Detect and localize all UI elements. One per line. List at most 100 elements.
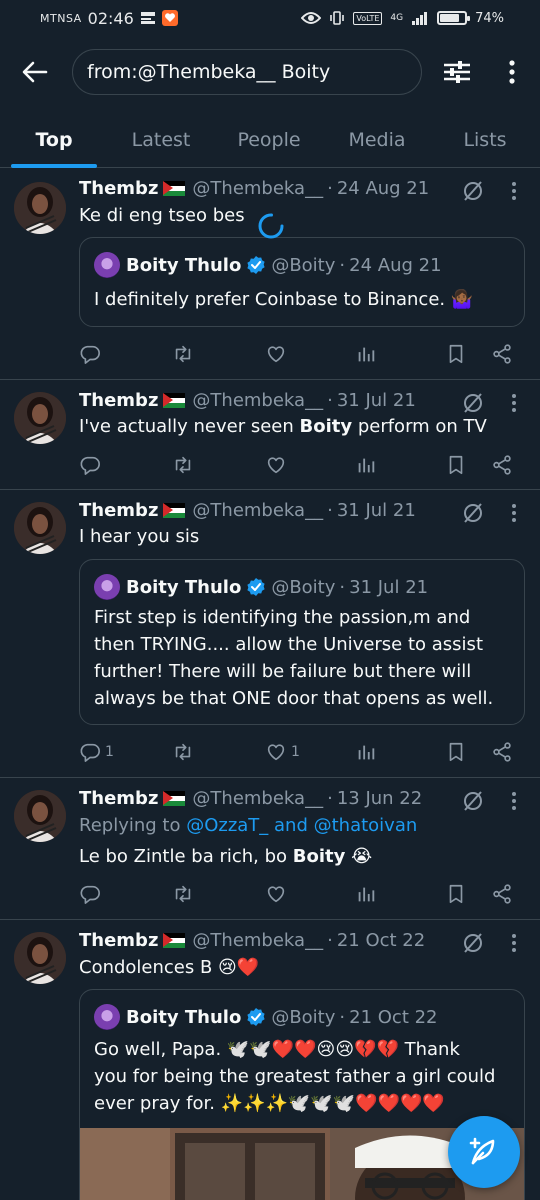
retweet-button[interactable] <box>172 339 194 369</box>
reply-button[interactable]: 1 <box>79 737 114 767</box>
author-handle[interactable]: @Thembeka__ <box>192 930 323 951</box>
quote-author-name: Boity Thulo <box>126 576 242 598</box>
share-button[interactable] <box>491 737 513 767</box>
reply-icon <box>79 454 101 476</box>
grok-icon[interactable] <box>462 392 484 414</box>
bookmark-button[interactable] <box>445 879 467 909</box>
tab-latest[interactable]: Latest <box>108 112 214 168</box>
tweet-date[interactable]: 13 Jun 22 <box>337 788 422 809</box>
quote-text: First step is identifying the passion,m … <box>94 607 494 709</box>
avatar[interactable] <box>14 392 66 444</box>
filter-sliders-icon[interactable] <box>442 58 472 86</box>
grok-icon[interactable] <box>462 932 484 954</box>
author-name[interactable]: Thembz <box>79 930 158 951</box>
quote-avatar <box>94 1004 120 1030</box>
tweet[interactable]: Thembz @Thembeka__ · 24 Aug 21 Ke di eng… <box>0 168 540 380</box>
back-arrow-icon[interactable] <box>20 57 50 87</box>
author-name[interactable]: Thembz <box>79 390 158 411</box>
tweet-header: Thembz @Thembeka__ · 31 Jul 21 <box>79 390 416 411</box>
bookmark-button[interactable] <box>445 450 467 480</box>
tweet-date[interactable]: 31 Jul 21 <box>337 500 416 521</box>
author-handle[interactable]: @Thembeka__ <box>192 788 323 809</box>
tweet-text: I hear you sis <box>79 526 200 547</box>
more-options-icon[interactable] <box>504 180 524 202</box>
highlight-keyword: Boity <box>292 846 346 867</box>
compose-post-button[interactable] <box>448 1116 520 1188</box>
views-button[interactable] <box>355 450 377 480</box>
author-handle[interactable]: @Thembeka__ <box>192 178 323 199</box>
tab-people[interactable]: People <box>214 112 324 168</box>
app-notification-icon <box>161 10 178 26</box>
tweet-date[interactable]: 31 Jul 21 <box>337 390 416 411</box>
verified-badge-icon <box>246 1007 266 1027</box>
reply-button[interactable] <box>79 879 101 909</box>
tweet[interactable]: Thembz @Thembeka__ · 13 Jun 22 Replying … <box>0 778 540 920</box>
grok-icon[interactable] <box>462 502 484 524</box>
tweet-date[interactable]: 24 Aug 21 <box>337 178 429 199</box>
quote-author-name: Boity Thulo <box>126 1006 242 1028</box>
separator-dot: · <box>327 788 333 809</box>
search-input[interactable] <box>87 61 407 83</box>
reply-button[interactable] <box>79 450 101 480</box>
reply-button[interactable] <box>79 339 101 369</box>
more-options-icon[interactable] <box>504 932 524 954</box>
avatar[interactable] <box>14 502 66 554</box>
views-button[interactable] <box>355 339 377 369</box>
retweet-icon <box>172 343 194 365</box>
palestine-flag-icon <box>163 791 186 806</box>
quoted-tweet[interactable]: Boity Thulo @Boity · 24 Aug 21 I definit… <box>79 237 525 327</box>
avatar[interactable] <box>14 932 66 984</box>
author-name[interactable]: Thembz <box>79 500 158 521</box>
quote-avatar <box>94 252 120 278</box>
share-button[interactable] <box>491 879 513 909</box>
separator-dot: · <box>339 576 346 598</box>
like-button[interactable] <box>265 450 287 480</box>
share-button[interactable] <box>491 450 513 480</box>
views-button[interactable] <box>355 737 377 767</box>
tweet[interactable]: Thembz @Thembeka__ · 31 Jul 21 I hear yo… <box>0 490 540 778</box>
quote-text: I definitely prefer Coinbase to Binance.… <box>94 289 474 310</box>
quote-author-handle: @Boity <box>271 576 336 598</box>
tab-lists[interactable]: Lists <box>430 112 540 168</box>
more-options-icon[interactable] <box>504 392 524 414</box>
tweet[interactable]: Thembz @Thembeka__ · 31 Jul 21 I've actu… <box>0 380 540 490</box>
text-segment: I've actually never seen <box>79 416 300 437</box>
more-vertical-icon[interactable] <box>500 58 524 86</box>
tweet-date[interactable]: 21 Oct 22 <box>337 930 425 951</box>
more-options-icon[interactable] <box>504 790 524 812</box>
author-handle[interactable]: @Thembeka__ <box>192 500 323 521</box>
tweet-text: Condolences B 😢❤️ <box>79 957 260 978</box>
heart-icon <box>265 454 287 476</box>
retweet-button[interactable] <box>172 450 194 480</box>
replying-to-users-link[interactable]: @OzzaT_ and @thatoivan <box>186 815 417 836</box>
author-handle[interactable]: @Thembeka__ <box>192 390 323 411</box>
search-box[interactable] <box>72 49 422 95</box>
tab-media[interactable]: Media <box>324 112 430 168</box>
like-button[interactable] <box>265 879 287 909</box>
retweet-icon <box>172 883 194 905</box>
grok-icon[interactable] <box>462 180 484 202</box>
tab-top[interactable]: Top <box>0 112 108 168</box>
bookmark-icon <box>445 343 467 365</box>
reply-icon <box>79 883 101 905</box>
like-button[interactable]: 1 <box>265 737 300 767</box>
bookmark-button[interactable] <box>445 339 467 369</box>
views-button[interactable] <box>355 879 377 909</box>
author-name[interactable]: Thembz <box>79 178 158 199</box>
author-name[interactable]: Thembz <box>79 788 158 809</box>
retweet-button[interactable] <box>172 737 194 767</box>
bookmark-button[interactable] <box>445 737 467 767</box>
grok-icon[interactable] <box>462 790 484 812</box>
like-button[interactable] <box>265 339 287 369</box>
separator-dot: · <box>339 254 346 276</box>
verified-badge-icon <box>246 255 266 275</box>
more-options-icon[interactable] <box>504 502 524 524</box>
quote-date: 31 Jul 21 <box>349 576 429 598</box>
quoted-tweet[interactable]: Boity Thulo @Boity · 31 Jul 21 First ste… <box>79 559 525 725</box>
avatar[interactable] <box>14 790 66 842</box>
retweet-button[interactable] <box>172 879 194 909</box>
avatar[interactable] <box>14 182 66 234</box>
clock: 02:46 <box>87 8 134 28</box>
status-bar: MTNSA 02:46 VoLTE 4G 74% <box>0 0 540 36</box>
share-button[interactable] <box>491 339 513 369</box>
